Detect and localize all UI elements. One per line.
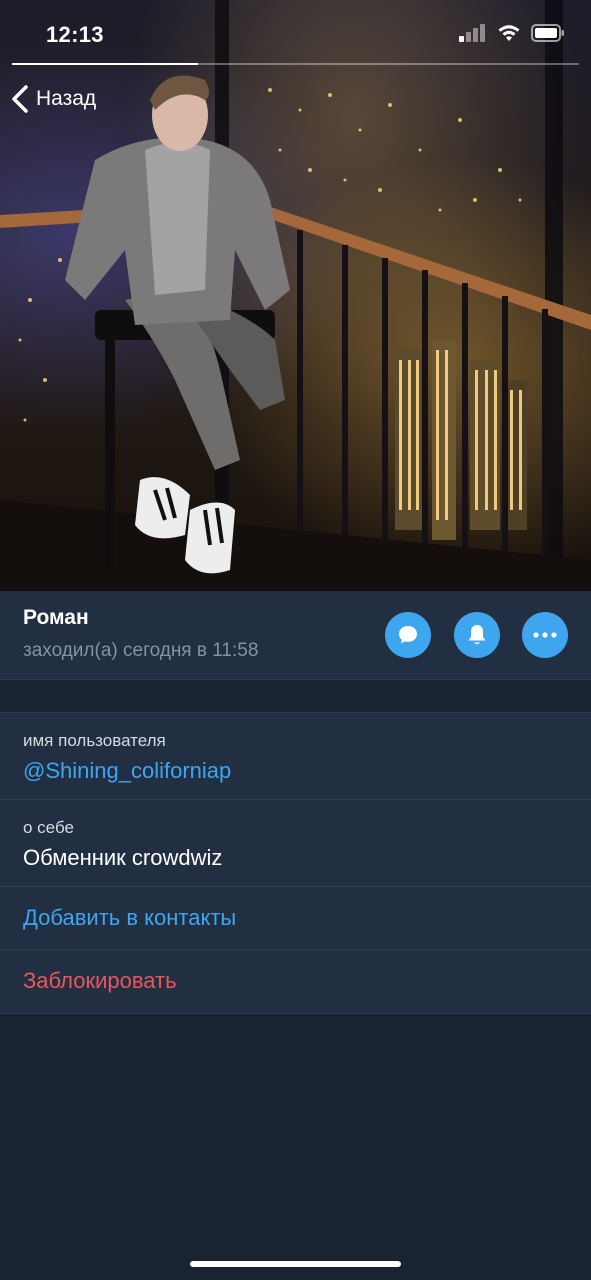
add-contact-cell[interactable]: Добавить в контакты xyxy=(0,887,591,950)
more-button[interactable] xyxy=(522,612,568,658)
mute-button[interactable] xyxy=(454,612,500,658)
status-bar: 12:13 xyxy=(0,0,591,66)
status-time: 12:13 xyxy=(46,22,104,47)
info-list: имя пользователя @Shining_coliforniap о … xyxy=(0,712,591,1014)
username-cell[interactable]: имя пользователя @Shining_coliforniap xyxy=(0,713,591,800)
profile-photo[interactable]: 12:13 Назад xyxy=(0,0,591,591)
person-silhouette xyxy=(65,75,290,574)
username-value[interactable]: @Shining_coliforniap xyxy=(23,758,231,784)
bio-value: Обменник crowdwiz xyxy=(23,845,223,870)
back-button[interactable]: Назад xyxy=(10,84,96,114)
back-label: Назад xyxy=(36,87,97,110)
photo-progress-bar xyxy=(12,63,579,65)
profile-header: Роман заходил(а) сегодня в 11:58 xyxy=(0,591,591,680)
battery-icon xyxy=(531,24,564,42)
bio-label: о себе xyxy=(23,818,74,837)
bell-icon xyxy=(468,625,486,645)
wifi-icon xyxy=(498,25,520,41)
last-seen-status: заходил(а) сегодня в 11:58 xyxy=(23,640,259,661)
profile-name: Роман xyxy=(23,606,89,629)
more-dots-icon xyxy=(533,632,557,638)
chat-bubble-icon xyxy=(399,626,417,644)
home-indicator[interactable] xyxy=(190,1261,401,1267)
bio-cell[interactable]: о себе Обменник crowdwiz xyxy=(0,800,591,887)
section-gap xyxy=(0,680,591,712)
chevron-left-icon xyxy=(12,85,28,113)
message-button[interactable] xyxy=(385,612,431,658)
username-label: имя пользователя xyxy=(23,731,166,750)
block-cell[interactable]: Заблокировать xyxy=(0,950,591,1013)
block-button[interactable]: Заблокировать xyxy=(23,968,177,994)
add-contact-button[interactable]: Добавить в контакты xyxy=(23,905,236,931)
cellular-signal-icon xyxy=(459,24,485,42)
